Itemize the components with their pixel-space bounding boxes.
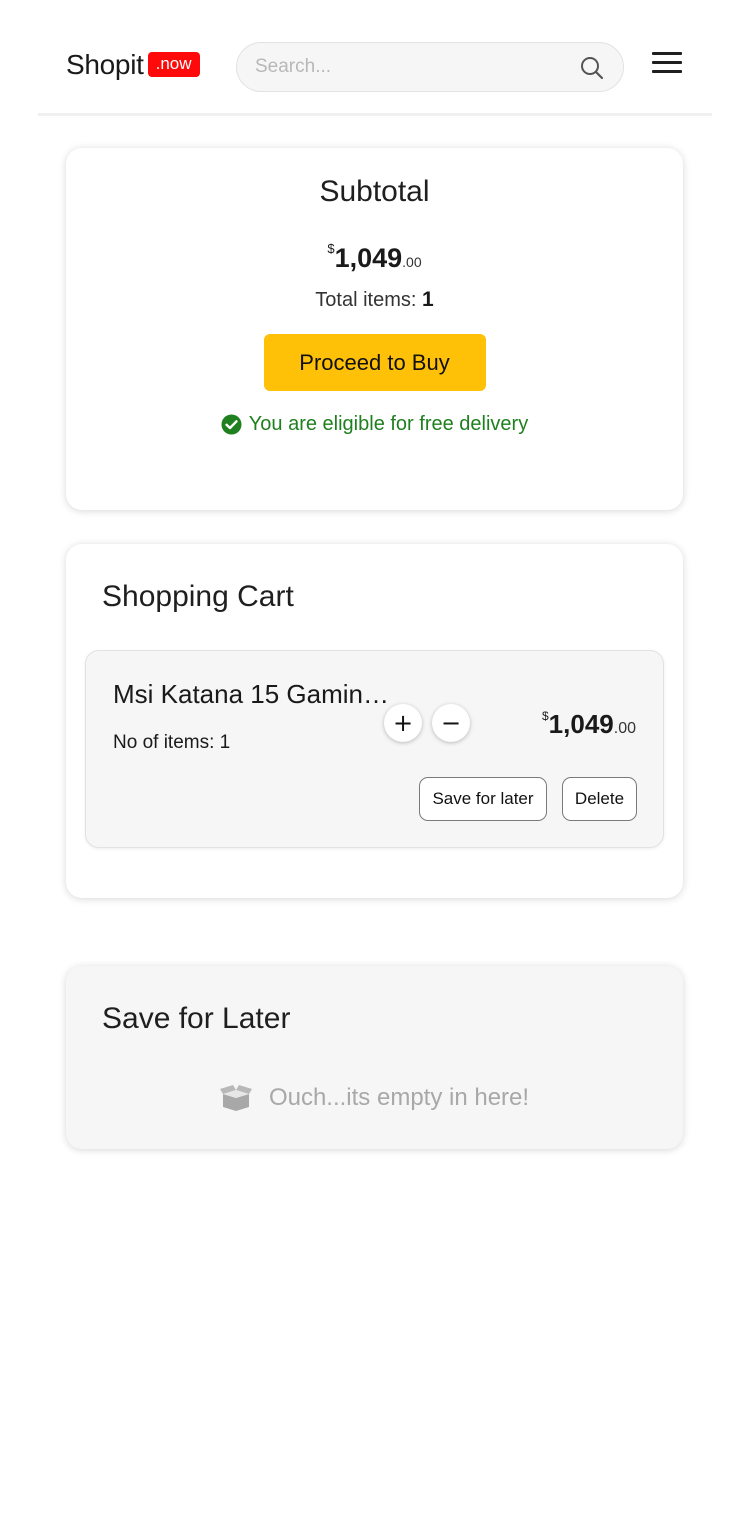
subtotal-amount: $1,049.00 <box>66 241 683 274</box>
cart-page: Shopit .now Subtotal $1,049.00 Total ite… <box>0 0 751 1516</box>
decrease-quantity-button[interactable]: − <box>432 704 470 742</box>
delete-button[interactable]: Delete <box>562 777 637 821</box>
item-price-cents: .00 <box>613 720 636 737</box>
search-bar <box>236 42 624 92</box>
check-circle-icon <box>221 414 242 435</box>
free-delivery-notice: You are eligible for free delivery <box>66 413 683 436</box>
logo[interactable]: Shopit .now <box>66 49 200 81</box>
save-for-later-title: Save for Later <box>102 1002 291 1035</box>
item-currency-symbol: $ <box>541 709 549 723</box>
open-box-icon <box>219 1085 252 1111</box>
subtotal-title: Subtotal <box>319 175 430 208</box>
subtotal-cents: .00 <box>402 254 422 270</box>
shopping-cart-title: Shopping Cart <box>102 580 294 613</box>
hamburger-menu-icon[interactable] <box>652 52 682 76</box>
total-items-value: 1 <box>422 288 434 311</box>
cart-item: Msi Katana 15 Gaming Laptop No of items:… <box>85 650 664 848</box>
currency-symbol: $ <box>327 241 335 256</box>
save-for-later-card: Save for Later Ouch...its empty in here! <box>66 966 683 1149</box>
item-price-whole: 1,049 <box>548 709 614 739</box>
save-for-later-button[interactable]: Save for later <box>419 777 547 821</box>
logo-badge: .now <box>147 51 200 77</box>
increase-quantity-button[interactable]: + <box>384 704 422 742</box>
top-navbar: Shopit .now <box>38 0 712 116</box>
proceed-to-buy-button[interactable]: Proceed to Buy <box>263 334 486 391</box>
free-delivery-text: You are eligible for free delivery <box>248 413 529 435</box>
empty-state-text: Ouch...its empty in here! <box>268 1084 530 1111</box>
logo-text: Shopit <box>66 49 144 80</box>
subtotal-whole: 1,049 <box>334 243 403 273</box>
total-items-label: Total items: <box>315 289 417 311</box>
empty-state: Ouch...its empty in here! <box>66 1084 683 1112</box>
shopping-cart-card: Shopping Cart Msi Katana 15 Gaming Lapto… <box>66 544 683 898</box>
search-icon[interactable] <box>579 55 605 81</box>
subtotal-card: Subtotal $1,049.00 Total items: 1 Procee… <box>66 148 683 510</box>
item-name[interactable]: Msi Katana 15 Gaming Laptop <box>113 679 393 710</box>
item-count: No of items: 1 <box>113 732 231 753</box>
total-items: Total items: 1 <box>66 288 683 312</box>
item-price: $1,049.00 <box>542 709 636 740</box>
search-input[interactable] <box>255 43 565 91</box>
